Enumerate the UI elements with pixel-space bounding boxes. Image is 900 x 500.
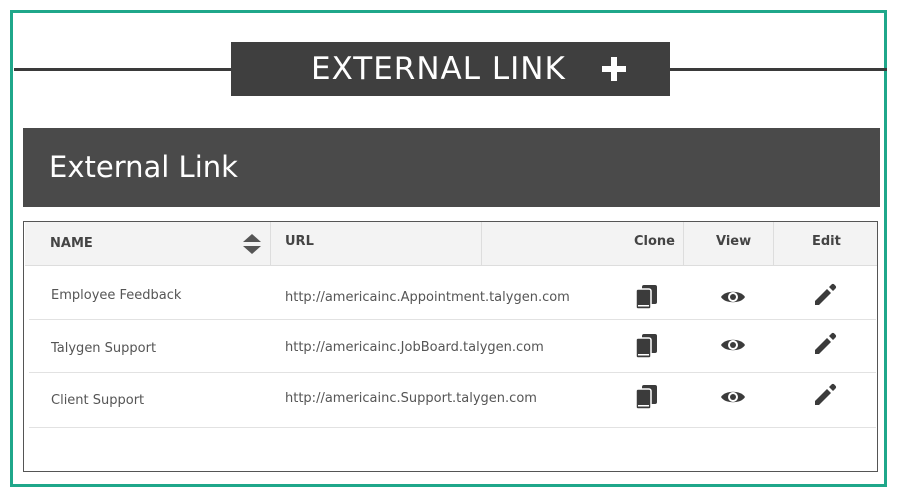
column-url-header: URL: [285, 234, 314, 249]
row-url[interactable]: http://americainc.Support.talygen.com: [285, 391, 537, 406]
row-name[interactable]: Employee Feedback: [51, 288, 181, 303]
banner-title: EXTERNAL LINK: [311, 51, 566, 87]
table-row: Employee Feedback http://americainc.Appo…: [29, 266, 876, 320]
page-banner: EXTERNAL LINK: [231, 42, 670, 96]
pencil-icon[interactable]: [812, 282, 838, 308]
table-row: Client Support http://americainc.Support…: [29, 373, 876, 428]
table-header: NAME URL Clone View Edit: [25, 222, 877, 266]
column-divider: [270, 222, 271, 265]
eye-icon[interactable]: [720, 384, 746, 410]
clone-icon[interactable]: [634, 384, 660, 410]
section-header: External Link: [23, 128, 880, 207]
sort-icon[interactable]: [242, 233, 262, 255]
row-name[interactable]: Client Support: [51, 393, 144, 408]
row-name[interactable]: Talygen Support: [51, 341, 156, 356]
column-name-header[interactable]: NAME: [50, 224, 93, 267]
column-divider: [683, 222, 684, 265]
pencil-icon[interactable]: [812, 382, 838, 408]
section-title: External Link: [49, 150, 238, 184]
links-table: NAME URL Clone View Edit Employee Feedba…: [23, 221, 878, 472]
column-divider: [481, 222, 482, 265]
eye-icon[interactable]: [720, 332, 746, 358]
row-url[interactable]: http://americainc.Appointment.talygen.co…: [285, 290, 570, 305]
column-clone-header: Clone: [634, 234, 675, 249]
row-url[interactable]: http://americainc.JobBoard.talygen.com: [285, 340, 544, 355]
clone-icon[interactable]: [634, 333, 660, 359]
column-divider: [773, 222, 774, 265]
plus-icon[interactable]: [599, 54, 629, 84]
table-row: Talygen Support http://americainc.JobBoa…: [29, 320, 876, 373]
column-edit-header: Edit: [812, 234, 841, 249]
pencil-icon[interactable]: [812, 331, 838, 357]
column-view-header: View: [716, 234, 752, 249]
eye-icon[interactable]: [720, 284, 746, 310]
clone-icon[interactable]: [634, 284, 660, 310]
